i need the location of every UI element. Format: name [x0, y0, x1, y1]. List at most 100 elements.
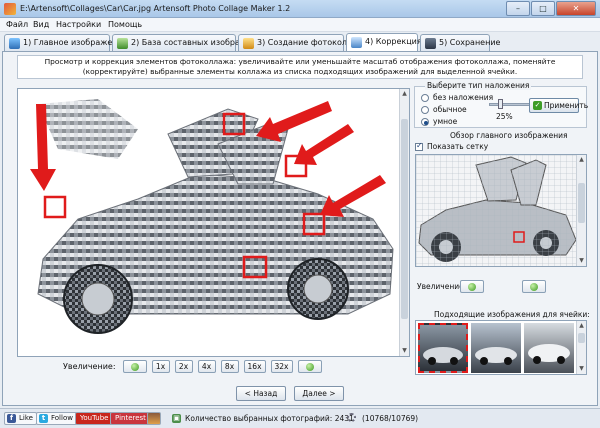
show-grid-checkbox[interactable]: Показать сетку — [415, 141, 489, 151]
overview-scrollbar[interactable]: ▲ ▼ — [576, 155, 586, 266]
zoom-in-icon[interactable] — [297, 359, 322, 373]
database-icon — [117, 38, 128, 49]
overview-title: Обзор главного изображения — [450, 131, 568, 140]
zoom-4x-button[interactable]: 4x — [197, 359, 216, 373]
collage-car-image — [30, 99, 394, 334]
suitable-scrollbar[interactable]: ▲ ▼ — [576, 321, 586, 374]
tab-save[interactable]: 5) Сохранение — [420, 34, 500, 51]
zoom-label: Увеличение: — [63, 361, 116, 371]
suitable-title: Подходящие изображения для ячейки: — [434, 310, 590, 319]
menu-view[interactable]: Вид — [33, 20, 49, 29]
menu-bar: Файл Вид Настройки Помощь — [0, 18, 600, 32]
apply-label: Применить — [544, 101, 589, 110]
overlay-slider-thumb[interactable] — [498, 99, 503, 109]
selected-photos-count: Количество выбранных фотографий: 2431 — [185, 414, 354, 423]
facebook-icon: f — [7, 414, 16, 423]
youtube-button[interactable]: YouTube — [75, 412, 114, 425]
scrollbar-thumb[interactable] — [401, 119, 408, 319]
overview-zoom-label: Увеличение — [417, 282, 464, 291]
floppy-icon — [425, 38, 436, 49]
wand-icon — [243, 38, 254, 49]
suitable-image[interactable] — [524, 323, 574, 373]
tab-main-image[interactable]: 1) Главное изображение — [4, 34, 128, 51]
maximize-button[interactable]: □ — [531, 1, 555, 16]
overlay-slider[interactable] — [489, 103, 534, 106]
correction-panel: Просмотр и коррекция элементов фотоколла… — [2, 51, 598, 406]
radio-label: без наложения — [433, 93, 494, 102]
overlay-percent: 25% — [496, 112, 513, 121]
scroll-down-icon[interactable]: ▼ — [578, 365, 585, 373]
radio-icon[interactable] — [421, 105, 429, 114]
instruction-text: Просмотр и коррекция элементов фотоколла… — [17, 55, 583, 79]
zoom-out-icon[interactable] — [122, 359, 147, 373]
tab-label: 4) Коррекция — [365, 37, 422, 46]
zoom-1x-button[interactable]: 1x — [151, 359, 170, 373]
checkbox-icon[interactable] — [415, 141, 423, 151]
check-icon: ✓ — [533, 101, 542, 110]
suitable-image-selected[interactable] — [418, 323, 468, 373]
image-icon — [9, 38, 20, 49]
apply-button[interactable]: ✓ Применить — [529, 98, 588, 113]
radio-label: обычное — [433, 105, 467, 114]
photos-icon: ▣ — [172, 414, 181, 423]
zoom-32x-button[interactable]: 32x — [270, 359, 293, 373]
loading-icon — [347, 413, 356, 422]
radio-icon[interactable] — [421, 93, 429, 102]
checkbox-label: Показать сетку — [427, 142, 489, 151]
scrollbar-thumb[interactable] — [578, 183, 585, 223]
overlay-group-title: Выберите тип наложения — [425, 81, 532, 90]
suitable-images-list[interactable]: ▲ ▼ — [415, 320, 587, 375]
tab-correction[interactable]: 4) Коррекция — [346, 33, 422, 51]
zoom-16x-button[interactable]: 16x — [243, 359, 266, 373]
scroll-up-icon[interactable]: ▲ — [578, 322, 585, 330]
car-thumbnail — [475, 347, 517, 365]
radio-smart-overlay[interactable]: умное — [421, 117, 457, 126]
title-bar: E:\Artensoft\Collages\Car\Car.jpg Artens… — [0, 0, 600, 18]
tab-create-collage[interactable]: 3) Создание фотоколлажа — [238, 34, 369, 51]
minimize-button[interactable]: – — [506, 1, 530, 16]
next-button[interactable]: Далее > — [294, 386, 344, 401]
twitter-icon: t — [39, 414, 48, 423]
back-button[interactable]: < Назад — [236, 386, 286, 401]
radio-no-overlay[interactable]: без наложения — [421, 93, 493, 102]
radio-icon[interactable] — [421, 117, 429, 126]
overview-car-image — [416, 155, 578, 266]
radio-label: умное — [433, 117, 458, 126]
wizard-tabs: 1) Главное изображение 2) База составных… — [2, 33, 598, 51]
car-thumbnail — [528, 344, 570, 364]
collage-scrollbar[interactable]: ▲ ▼ — [399, 89, 409, 356]
menu-settings[interactable]: Настройки — [56, 20, 101, 29]
overview-preview[interactable]: ▲ ▼ — [415, 154, 587, 267]
twitter-follow-button[interactable]: t Follow — [36, 412, 77, 425]
app-icon — [4, 3, 16, 15]
follow-label: Follow — [51, 414, 73, 422]
menu-file[interactable]: Файл — [6, 20, 28, 29]
correction-icon — [351, 37, 362, 48]
zoom-controls: Увеличение: 1x 2x 4x 8x 16x 32x — [63, 359, 322, 373]
tab-image-database[interactable]: 2) База составных изображений — [112, 34, 268, 51]
scroll-up-icon[interactable]: ▲ — [401, 90, 408, 98]
pinterest-button[interactable]: Pinterest — [110, 412, 151, 425]
zoom-2x-button[interactable]: 2x — [174, 359, 193, 373]
facebook-like-button[interactable]: f Like — [4, 412, 37, 425]
tab-label: 5) Сохранение — [439, 38, 501, 47]
navigation: < Назад Далее > — [236, 386, 344, 401]
overview-zoom-out-icon[interactable] — [460, 280, 484, 293]
progress-text: (10768/10769) — [362, 414, 419, 423]
zoom-8x-button[interactable]: 8x — [220, 359, 239, 373]
menu-help[interactable]: Помощь — [108, 20, 142, 29]
scroll-down-icon[interactable]: ▼ — [578, 257, 585, 265]
collage-view[interactable]: ▲ ▼ — [17, 88, 410, 357]
window-title: E:\Artensoft\Collages\Car\Car.jpg Artens… — [20, 4, 291, 13]
suitable-image[interactable] — [471, 323, 521, 373]
scrollbar-thumb[interactable] — [578, 333, 585, 343]
status-bar: f Like t Follow YouTube Pinterest ▣ Коли… — [0, 408, 600, 428]
scroll-up-icon[interactable]: ▲ — [578, 156, 585, 164]
scroll-down-icon[interactable]: ▼ — [401, 347, 408, 355]
radio-normal-overlay[interactable]: обычное — [421, 105, 467, 114]
instagram-icon[interactable] — [147, 412, 161, 425]
car-thumbnail — [423, 347, 463, 365]
close-button[interactable]: ✕ — [556, 1, 596, 16]
overview-zoom-in-icon[interactable] — [522, 280, 546, 293]
like-label: Like — [19, 414, 33, 422]
